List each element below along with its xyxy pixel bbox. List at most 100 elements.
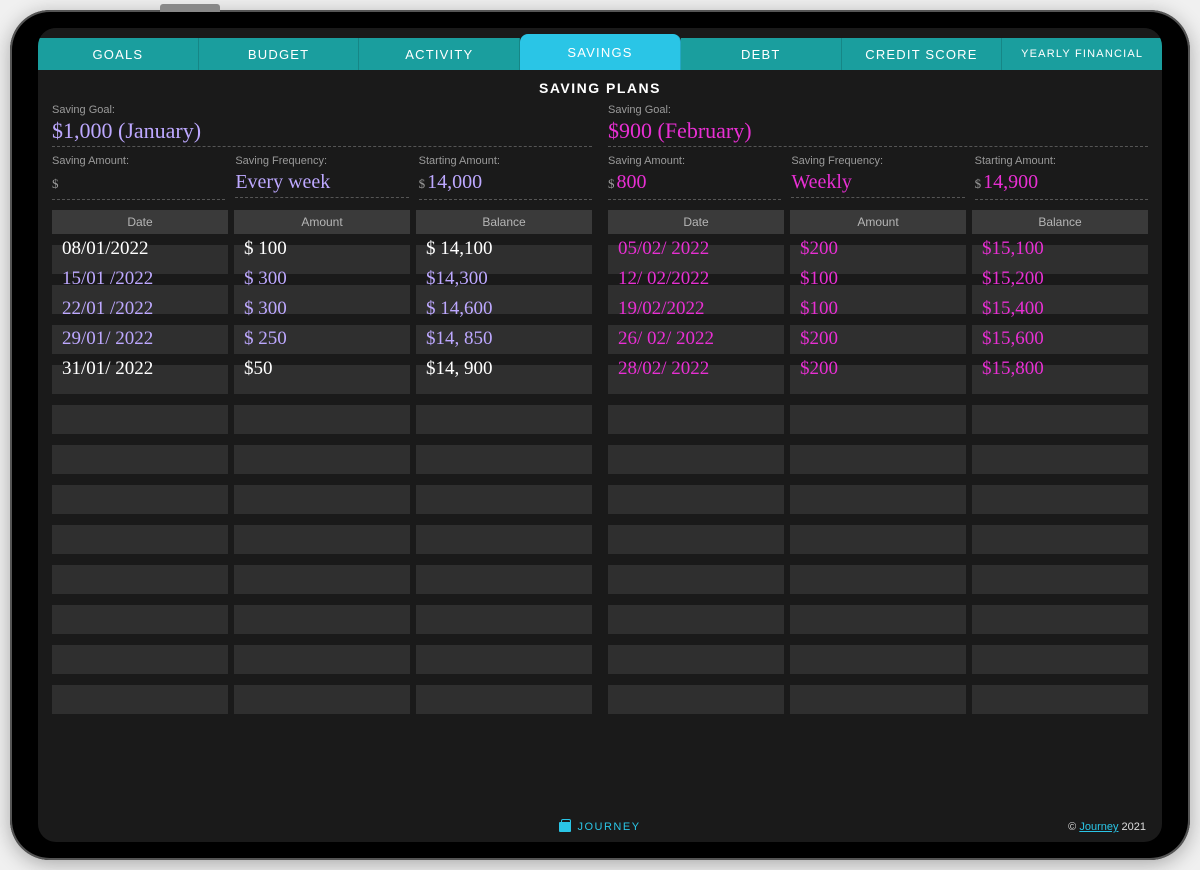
- table-row[interactable]: [608, 565, 1148, 594]
- table-cell-bg: [234, 565, 410, 594]
- table-cell-bg: [416, 565, 592, 594]
- entry-amount: $ 300: [234, 298, 410, 320]
- starting-amount-value[interactable]: $14,000: [419, 169, 592, 200]
- table-row[interactable]: [608, 525, 1148, 554]
- saving-goal-value[interactable]: $1,000 (January): [52, 118, 592, 147]
- table-cell-bg: [234, 645, 410, 674]
- table-cell-bg: [972, 405, 1148, 434]
- saving-amount-value[interactable]: $800: [608, 169, 781, 200]
- saving-frequency-value[interactable]: Weekly: [791, 169, 964, 198]
- saving-frequency-text: Every week: [235, 171, 330, 193]
- table-row[interactable]: [52, 445, 592, 474]
- table-row[interactable]: [608, 645, 1148, 674]
- tab-savings[interactable]: SAVINGS: [520, 34, 681, 70]
- entry-date: 22/01 /2022: [52, 298, 228, 320]
- table-cell-bg: [52, 645, 228, 674]
- entry-date: 12/ 02/2022: [608, 268, 784, 290]
- column-header-amount: Amount: [234, 210, 410, 234]
- table-cell-bg: [608, 565, 784, 594]
- table-cell-bg: [790, 525, 966, 554]
- entry-date: 19/02/2022: [608, 298, 784, 320]
- saving-amount-label: Saving Amount:: [608, 155, 781, 167]
- table-cell-bg: [608, 525, 784, 554]
- dollar-prefix: $: [52, 176, 59, 191]
- entry-amount: $50: [234, 358, 410, 380]
- entries-table: DateAmountBalance05/02/ 2022$200$15,100 1…: [608, 210, 1148, 804]
- table-row[interactable]: [52, 645, 592, 674]
- table-row[interactable]: [52, 525, 592, 554]
- table-cell-bg: [972, 685, 1148, 714]
- tab-budget[interactable]: BUDGET: [199, 38, 360, 70]
- footer-brand: JOURNEY: [577, 821, 640, 833]
- entry-amount: $100: [790, 268, 966, 290]
- entry-amount: $ 100: [234, 238, 410, 260]
- table-cell-bg: [52, 605, 228, 634]
- table-row[interactable]: [52, 485, 592, 514]
- starting-amount-text: 14,000: [427, 171, 482, 193]
- starting-amount-field: Starting Amount:$14,900: [975, 155, 1148, 200]
- table-cell-bg: [972, 525, 1148, 554]
- table-cell-bg: [972, 605, 1148, 634]
- table-cell-bg: [416, 685, 592, 714]
- saving-frequency-text: Weekly: [791, 171, 852, 193]
- table-row[interactable]: [52, 685, 592, 714]
- entry-date: 31/01/ 2022: [52, 358, 228, 380]
- entry-balance: $14, 850: [416, 328, 592, 350]
- table-row[interactable]: [52, 405, 592, 434]
- savings-plan-1: Saving Goal:$1,000 (January)Saving Amoun…: [52, 104, 592, 804]
- entry-balance: $ 14,600: [416, 298, 592, 320]
- tablet-frame: GOALSBUDGETACTIVITYSAVINGSDEBTCREDIT SCO…: [10, 10, 1190, 860]
- saving-amount-text: 800: [617, 171, 647, 193]
- table-row[interactable]: [52, 605, 592, 634]
- entry-balance: $15,800: [972, 358, 1148, 380]
- tab-debt[interactable]: DEBT: [681, 38, 842, 70]
- entry-balance: $15,600: [972, 328, 1148, 350]
- table-header: DateAmountBalance: [608, 210, 1148, 234]
- table-cell-bg: [416, 645, 592, 674]
- table-cell-bg: [972, 645, 1148, 674]
- table-cell-bg: [608, 405, 784, 434]
- table-row[interactable]: [608, 605, 1148, 634]
- table-row[interactable]: [52, 565, 592, 594]
- starting-amount-value[interactable]: $14,900: [975, 169, 1148, 200]
- dollar-prefix: $: [975, 176, 982, 191]
- plan-details-row: Saving Amount: $800 Saving Frequency: Weekl…: [608, 155, 1148, 200]
- page-title: SAVING PLANS: [38, 70, 1162, 104]
- saving-amount-field: Saving Amount: $800: [608, 155, 781, 200]
- column-header-balance: Balance: [972, 210, 1148, 234]
- entry-balance: $15,200: [972, 268, 1148, 290]
- table-cell-bg: [972, 485, 1148, 514]
- table-cell-bg: [608, 685, 784, 714]
- saving-goal-value[interactable]: $900 (February): [608, 118, 1148, 147]
- entry-date: 08/01/2022: [52, 238, 228, 260]
- entry-row: 22/01 /2022 $ 300 $ 14,600: [52, 294, 592, 324]
- entry-balance: $15,100: [972, 238, 1148, 260]
- table-cell-bg: [416, 405, 592, 434]
- copyright-symbol: ©: [1068, 821, 1079, 833]
- table-row[interactable]: [608, 405, 1148, 434]
- saving-frequency-label: Saving Frequency:: [235, 155, 408, 167]
- tab-credit-score[interactable]: CREDIT SCORE: [842, 38, 1003, 70]
- table-cell-bg: [234, 405, 410, 434]
- tab-activity[interactable]: ACTIVITY: [359, 38, 520, 70]
- entries-overlay: 05/02/ 2022$200$15,100 12/ 02/2022 $100 $15…: [608, 234, 1148, 384]
- table-row[interactable]: [608, 445, 1148, 474]
- table-row[interactable]: [608, 685, 1148, 714]
- table-cell-bg: [790, 445, 966, 474]
- column-header-date: Date: [52, 210, 228, 234]
- table-row[interactable]: [608, 485, 1148, 514]
- table-body: 05/02/ 2022$200$15,100 12/ 02/2022 $100 $15…: [608, 234, 1148, 804]
- tab-goals[interactable]: GOALS: [38, 38, 199, 70]
- tab-yearly-financial[interactable]: YEARLY FINANCIAL: [1002, 38, 1162, 70]
- saving-amount-value[interactable]: $: [52, 169, 225, 200]
- entry-balance: $14, 900: [416, 358, 592, 380]
- saving-frequency-label: Saving Frequency:: [791, 155, 964, 167]
- tab-bar: GOALSBUDGETACTIVITYSAVINGSDEBTCREDIT SCO…: [38, 28, 1162, 70]
- footer-link[interactable]: Journey: [1079, 821, 1118, 833]
- table-cell-bg: [234, 605, 410, 634]
- table-cell-bg: [52, 685, 228, 714]
- table-cell-bg: [416, 445, 592, 474]
- saving-frequency-value[interactable]: Every week: [235, 169, 408, 198]
- entry-row: 05/02/ 2022$200$15,100: [608, 234, 1148, 264]
- table-cell-bg: [790, 605, 966, 634]
